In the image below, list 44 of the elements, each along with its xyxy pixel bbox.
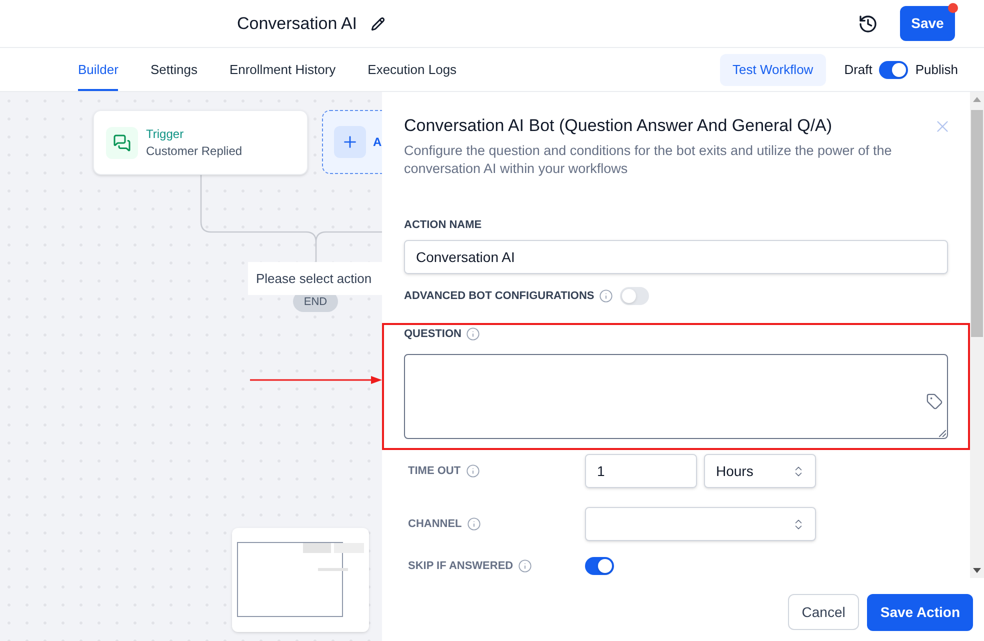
- workflow-title: Conversation AI: [237, 12, 358, 35]
- scrollbar-thumb[interactable]: [971, 110, 983, 337]
- field-label: ADVANCED BOT CONFIGURATIONS: [404, 289, 594, 304]
- minimap[interactable]: [232, 528, 369, 632]
- field-label: QUESTION: [404, 327, 462, 342]
- add-action-card[interactable]: A: [322, 110, 382, 174]
- minimap-node: [334, 543, 364, 553]
- minimap-node: [303, 543, 331, 553]
- field-label: ACTION NAME: [404, 218, 482, 233]
- text-area[interactable]: [404, 354, 948, 439]
- test-workflow-button[interactable]: Test Workflow: [720, 54, 826, 86]
- tab[interactable]: Enrollment History: [229, 48, 336, 91]
- pending-action-node[interactable]: Please select action: [248, 262, 382, 295]
- text-input[interactable]: Conversation AI: [404, 240, 948, 274]
- scrollbar[interactable]: [970, 92, 984, 578]
- trigger-card[interactable]: Trigger Customer Replied: [93, 110, 308, 175]
- cancel-button[interactable]: Cancel: [788, 594, 860, 630]
- tab[interactable]: Execution Logs: [368, 48, 457, 91]
- panel-description: Configure the question and conditions for the bot exits and utilize the power of the conversation AI within your workflows: [404, 142, 893, 178]
- clock-arrow-icon[interactable]: [858, 14, 878, 34]
- publish-label: Publish: [915, 60, 958, 79]
- resize-handle-icon[interactable]: [939, 430, 946, 437]
- plus-icon: [334, 126, 366, 158]
- field-label: TIME OUT: [408, 464, 461, 479]
- trigger-title: Trigger: [146, 126, 185, 142]
- tab[interactable]: Settings: [150, 48, 198, 91]
- panel-title: Conversation AI Bot (Question Answer And General Q/A): [404, 115, 832, 137]
- toggle-switch[interactable]: [879, 60, 908, 78]
- field-label: CHANNEL: [408, 517, 462, 532]
- save-button[interactable]: Save: [900, 6, 955, 41]
- add-action-label: A: [373, 134, 382, 151]
- number-input[interactable]: 1: [585, 454, 697, 488]
- draft-label: Draft: [844, 60, 872, 79]
- tag-icon[interactable]: [926, 393, 943, 410]
- toggle-switch[interactable]: [620, 287, 650, 305]
- save-action-button[interactable]: Save Action: [867, 594, 973, 631]
- trigger-subtitle: Customer Replied: [146, 142, 242, 160]
- toggle-switch[interactable]: [585, 557, 614, 575]
- select-field[interactable]: Hours: [704, 454, 816, 488]
- field-label: SKIP IF ANSWERED: [408, 559, 514, 574]
- scroll-down-icon[interactable]: [973, 568, 981, 573]
- select-field[interactable]: [585, 507, 816, 541]
- pencil-icon[interactable]: [371, 16, 386, 30]
- chat-bubbles-icon: [106, 126, 138, 158]
